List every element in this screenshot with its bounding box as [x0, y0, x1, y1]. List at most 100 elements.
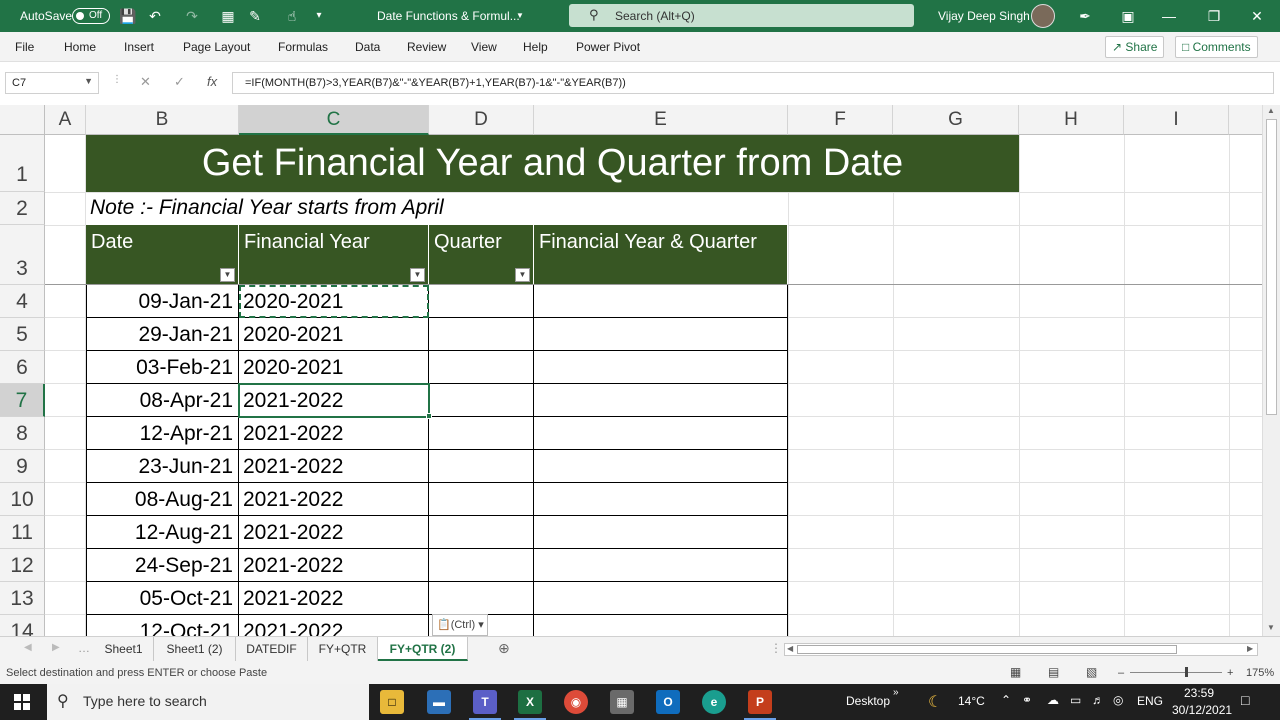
- horizontal-scroll-thumb[interactable]: [797, 645, 1177, 654]
- more-sheets-icon[interactable]: …: [78, 641, 90, 655]
- fy-quarter-cell[interactable]: [533, 384, 788, 417]
- tab-formulas[interactable]: Formulas: [278, 40, 328, 54]
- name-box[interactable]: C7 ▼: [5, 72, 99, 94]
- header-quarter[interactable]: Quarter ▼: [429, 225, 534, 284]
- insert-function-icon[interactable]: fx: [207, 74, 217, 89]
- scroll-left-icon[interactable]: ◀: [787, 644, 793, 653]
- windows-start-icon[interactable]: [14, 694, 30, 710]
- enter-icon[interactable]: ✓: [174, 74, 185, 90]
- date-cell[interactable]: 03-Feb-21: [86, 351, 239, 384]
- column-header-h[interactable]: H: [1019, 105, 1124, 135]
- fy-quarter-cell[interactable]: [533, 615, 788, 636]
- vertical-scrollbar[interactable]: ▲ ▼: [1262, 105, 1280, 636]
- row-header[interactable]: 8: [0, 417, 45, 450]
- clock-time[interactable]: 23:59: [1184, 686, 1214, 700]
- fy-cell[interactable]: 2021-2022: [238, 516, 429, 549]
- row-header[interactable]: 9: [0, 450, 45, 483]
- header-financial-year[interactable]: Financial Year ▼: [239, 225, 429, 284]
- row-header[interactable]: 5: [0, 318, 45, 351]
- cancel-icon[interactable]: ✕: [140, 74, 151, 90]
- tab-power-pivot[interactable]: Power Pivot: [576, 40, 640, 54]
- tab-help[interactable]: Help: [523, 40, 548, 54]
- edge-icon[interactable]: e: [702, 690, 726, 714]
- date-cell[interactable]: 24-Sep-21: [86, 549, 239, 582]
- header-fy-quarter[interactable]: Financial Year & Quarter: [534, 225, 788, 284]
- column-header-f[interactable]: F: [788, 105, 893, 135]
- fill-handle[interactable]: [426, 413, 432, 419]
- fy-cell[interactable]: 2020-2021: [238, 351, 429, 384]
- fy-quarter-cell[interactable]: [533, 483, 788, 516]
- filter-icon[interactable]: ▼: [410, 268, 425, 282]
- paste-options-button[interactable]: 📋(Ctrl) ▾: [432, 614, 488, 636]
- search-box[interactable]: ⚲ Search (Alt+Q): [569, 4, 914, 27]
- select-all-corner[interactable]: [0, 105, 45, 135]
- row-header[interactable]: 1: [0, 135, 45, 192]
- teams-icon[interactable]: T: [469, 690, 501, 720]
- restore-icon[interactable]: ❐: [1205, 7, 1223, 25]
- scroll-right-icon[interactable]: ▶: [1247, 644, 1253, 653]
- page-layout-view-icon[interactable]: ▤: [1048, 665, 1059, 679]
- vertical-scroll-thumb[interactable]: [1266, 119, 1277, 415]
- row-header[interactable]: 4: [0, 285, 45, 318]
- chevron-icon[interactable]: »: [893, 687, 899, 698]
- column-header-d[interactable]: D: [429, 105, 534, 135]
- zoom-in-icon[interactable]: +: [1227, 667, 1233, 679]
- column-header-g[interactable]: G: [893, 105, 1019, 135]
- excel-icon[interactable]: X: [514, 690, 546, 720]
- column-header-a[interactable]: A: [45, 105, 86, 135]
- close-icon[interactable]: ✕: [1248, 7, 1266, 25]
- taskbar-search[interactable]: ⚲ Type here to search: [47, 684, 369, 720]
- quarter-cell[interactable]: [428, 351, 534, 384]
- calculator-icon[interactable]: ▦: [610, 690, 634, 714]
- tray-chevron-icon[interactable]: ⌃: [1001, 693, 1011, 707]
- note-text[interactable]: Note :- Financial Year starts from April: [90, 196, 444, 220]
- row-header[interactable]: 11: [0, 516, 45, 549]
- date-cell[interactable]: 05-Oct-21: [86, 582, 239, 615]
- redo-icon[interactable]: ↷: [183, 7, 201, 25]
- column-header-e[interactable]: E: [534, 105, 788, 135]
- quarter-cell[interactable]: [428, 483, 534, 516]
- fy-cell[interactable]: 2021-2022: [238, 483, 429, 516]
- outlook-icon[interactable]: O: [656, 690, 680, 714]
- date-cell[interactable]: 12-Aug-21: [86, 516, 239, 549]
- network-icon[interactable]: ⚭: [1022, 693, 1032, 707]
- temperature[interactable]: 14°C: [958, 694, 985, 708]
- row-header[interactable]: 3: [0, 225, 45, 285]
- filter-icon[interactable]: ▼: [515, 268, 530, 282]
- tab-data[interactable]: Data: [355, 40, 380, 54]
- row-header[interactable]: 7: [0, 384, 45, 417]
- column-header-j[interactable]: [1229, 105, 1262, 135]
- undo-icon[interactable]: ↶: [146, 7, 164, 25]
- prev-sheet-icon[interactable]: ◀: [24, 642, 32, 653]
- sheet-tab-fy-qtr-2[interactable]: FY+QTR (2): [378, 637, 468, 661]
- fy-quarter-cell[interactable]: [533, 285, 788, 318]
- sort-filter-icon[interactable]: ▼: [220, 268, 235, 282]
- quarter-cell[interactable]: [428, 384, 534, 417]
- header-date[interactable]: Date ▼: [86, 225, 239, 284]
- app-icon[interactable]: ▬: [427, 690, 451, 714]
- tab-insert[interactable]: Insert: [124, 40, 154, 54]
- tab-home[interactable]: Home: [64, 40, 96, 54]
- cloud-icon[interactable]: ☁: [1047, 693, 1059, 707]
- fy-quarter-cell[interactable]: [533, 417, 788, 450]
- zoom-slider[interactable]: [1130, 672, 1222, 673]
- draw-icon[interactable]: ✎: [246, 7, 264, 25]
- tab-view[interactable]: View: [471, 40, 497, 54]
- volume-icon[interactable]: ♬: [1092, 693, 1104, 707]
- quarter-cell[interactable]: [428, 450, 534, 483]
- tab-review[interactable]: Review: [407, 40, 446, 54]
- sheet-tab-sheet1-2[interactable]: Sheet1 (2): [154, 637, 236, 661]
- date-cell[interactable]: 12-Apr-21: [86, 417, 239, 450]
- page-break-view-icon[interactable]: ▧: [1086, 665, 1097, 679]
- next-sheet-icon[interactable]: ▶: [52, 642, 60, 653]
- splitter-icon[interactable]: ⋮: [770, 641, 782, 655]
- file-explorer-icon[interactable]: □: [380, 690, 404, 714]
- sheet-tab-sheet1[interactable]: Sheet1: [94, 637, 154, 661]
- quarter-cell[interactable]: [428, 516, 534, 549]
- fy-quarter-cell[interactable]: [533, 582, 788, 615]
- chrome-icon[interactable]: ◉: [564, 690, 588, 714]
- ribbon-display-icon[interactable]: ▣: [1119, 7, 1137, 25]
- quarter-cell[interactable]: [428, 417, 534, 450]
- formula-input[interactable]: =IF(MONTH(B7)>3,YEAR(B7)&"-"&YEAR(B7)+1,…: [232, 72, 1274, 94]
- fy-quarter-cell[interactable]: [533, 450, 788, 483]
